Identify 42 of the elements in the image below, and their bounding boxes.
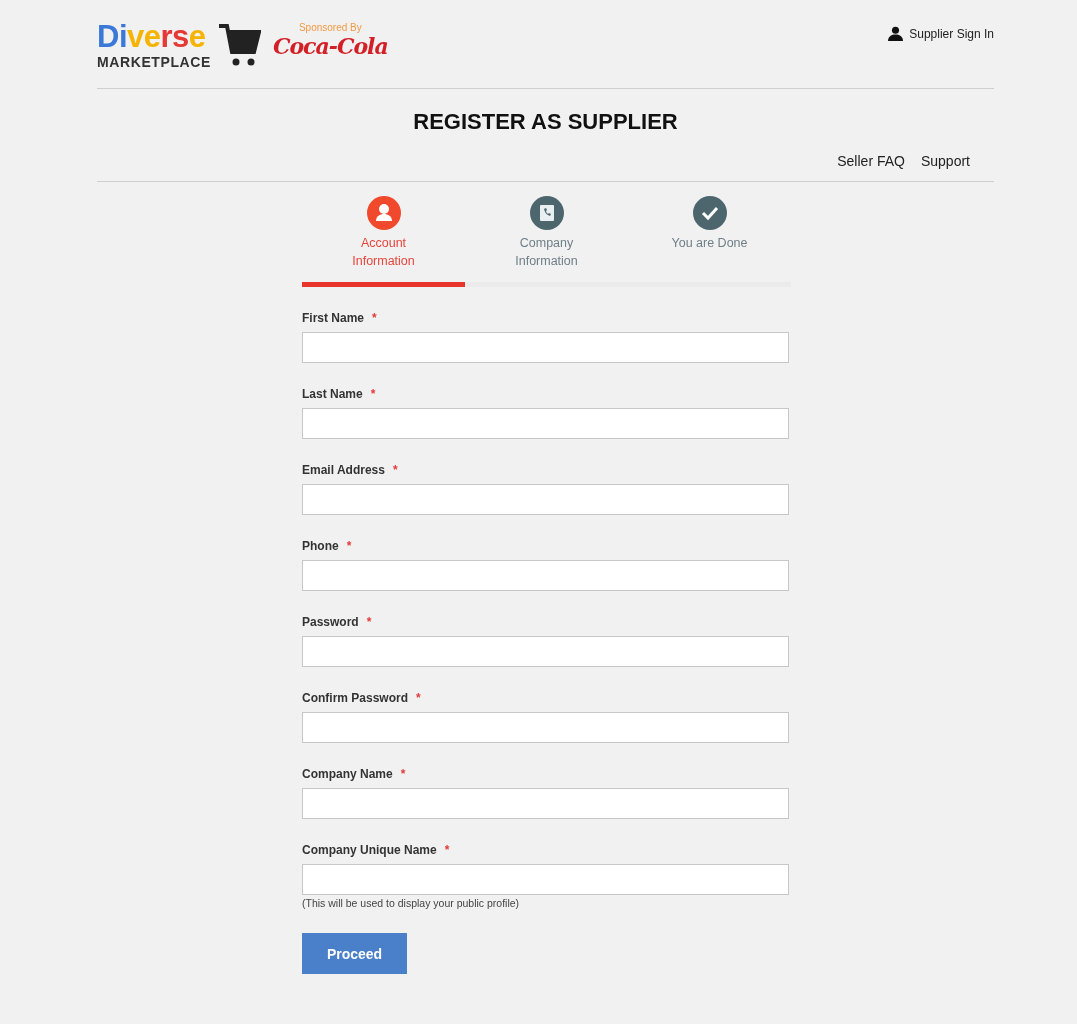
field-label: Company Name	[302, 767, 393, 781]
phone-book-icon	[529, 196, 564, 230]
required-mark: *	[370, 387, 376, 401]
field-hint: (This will be used to display your public profile)	[302, 897, 521, 909]
field-label: Password	[302, 615, 359, 629]
required-mark: *	[346, 539, 352, 553]
input-field[interactable]	[302, 484, 789, 515]
nav-link[interactable]: Seller FAQ	[837, 153, 905, 169]
input-field[interactable]	[302, 864, 789, 895]
input-field[interactable]	[302, 332, 789, 363]
required-mark: *	[392, 463, 398, 477]
field-label: Email Address	[302, 463, 385, 477]
nav-link[interactable]: Support	[920, 153, 970, 169]
sign-in-link[interactable]: Supplier Sign In	[888, 26, 994, 41]
proceed-button[interactable]: Proceed	[302, 933, 407, 974]
shopping-cart-icon	[216, 22, 261, 68]
input-field[interactable]	[302, 788, 789, 819]
field-label: Phone	[302, 539, 339, 553]
required-mark: *	[400, 767, 406, 781]
required-mark: *	[372, 311, 377, 325]
user-icon	[366, 196, 401, 230]
check-icon	[692, 196, 727, 230]
field-label: Last Name	[302, 387, 363, 401]
field-label: Company Unique Name	[302, 843, 437, 857]
user-icon	[888, 26, 904, 41]
required-mark: *	[444, 843, 450, 857]
input-field[interactable]	[302, 560, 789, 591]
step-tab[interactable]: Company Information	[506, 234, 587, 270]
required-mark: *	[366, 615, 372, 629]
field-label: Confirm Password	[302, 691, 409, 705]
required-mark: *	[416, 691, 421, 705]
step-tab[interactable]: Account Information	[343, 234, 424, 270]
sponsor-label: Sponsored By	[298, 22, 362, 33]
field-label: First Name	[302, 311, 365, 325]
page-title: REGISTER AS SUPPLIER	[412, 109, 679, 135]
logo-wordmark: Diverse	[97, 22, 207, 52]
logo-subtitle: MARKETPLACE	[97, 54, 211, 70]
step-tab[interactable]: You are Done	[669, 234, 750, 270]
sponsor-logo: Coca-Cola	[272, 33, 388, 59]
input-field[interactable]	[302, 408, 789, 439]
input-field[interactable]	[302, 636, 789, 667]
input-field[interactable]	[302, 712, 789, 743]
